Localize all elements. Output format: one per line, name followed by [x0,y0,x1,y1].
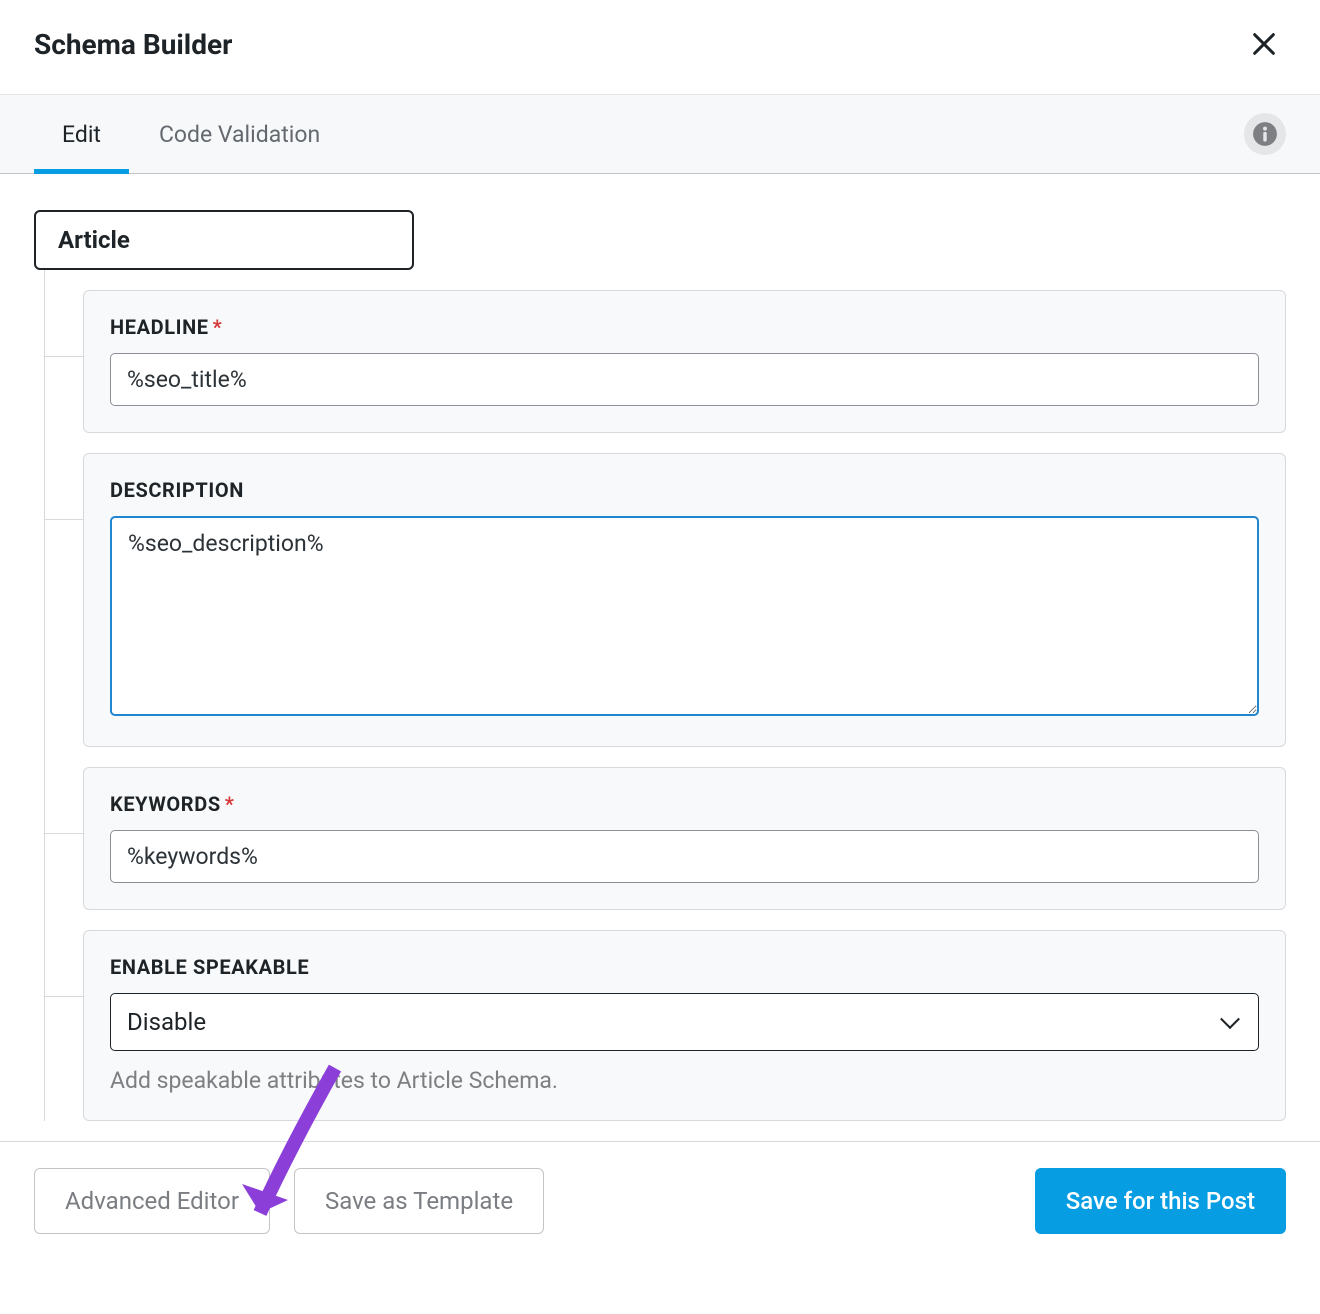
close-button[interactable] [1242,22,1286,66]
advanced-editor-button[interactable]: Advanced Editor [34,1168,270,1234]
schema-type-badge[interactable]: Article [34,210,414,270]
keywords-input[interactable] [110,830,1259,883]
close-icon [1250,30,1278,58]
required-mark: * [225,792,235,816]
field-card-speakable: ENABLE SPEAKABLE Disable Add speakable a… [83,930,1286,1121]
save-for-post-button[interactable]: Save for this Post [1035,1168,1286,1234]
save-as-template-button[interactable]: Save as Template [294,1168,544,1234]
field-card-keywords: KEYWORDS* [83,767,1286,910]
description-textarea[interactable] [110,516,1259,716]
field-keywords: KEYWORDS* [83,767,1286,910]
field-label-text: HEADLINE [110,315,209,339]
headline-input[interactable] [110,353,1259,406]
speakable-helper: Add speakable attributes to Article Sche… [110,1067,1259,1094]
field-label-headline: HEADLINE* [110,315,1259,339]
schema-type-row: Article [34,210,1286,270]
required-mark: * [213,315,223,339]
info-button[interactable] [1244,113,1286,155]
field-label-keywords: KEYWORDS* [110,792,1259,816]
field-label-speakable: ENABLE SPEAKABLE [110,955,1259,979]
field-headline: HEADLINE* [83,290,1286,433]
field-speakable: ENABLE SPEAKABLE Disable Add speakable a… [83,930,1286,1121]
tab-code-validation[interactable]: Code Validation [129,95,350,173]
field-label-description: DESCRIPTION [110,478,1259,502]
modal-title: Schema Builder [34,28,232,61]
tab-bar: Edit Code Validation [0,94,1320,174]
info-icon [1252,121,1278,147]
field-label-text: KEYWORDS [110,792,221,816]
speakable-select[interactable]: Disable [110,993,1259,1051]
modal-footer: Advanced Editor Save as Template Save fo… [0,1141,1320,1264]
field-card-headline: HEADLINE* [83,290,1286,433]
modal-body: Article HEADLINE* DESCRIPTION [0,174,1320,1121]
schema-builder-modal: Schema Builder Edit Code Validation Arti… [0,0,1320,1264]
field-description: DESCRIPTION [83,453,1286,747]
speakable-select-wrap: Disable [110,993,1259,1051]
field-card-description: DESCRIPTION [83,453,1286,747]
schema-fields-tree: HEADLINE* DESCRIPTION KEYWORDS* [44,270,1286,1121]
modal-header: Schema Builder [0,0,1320,94]
tab-edit[interactable]: Edit [34,95,129,173]
